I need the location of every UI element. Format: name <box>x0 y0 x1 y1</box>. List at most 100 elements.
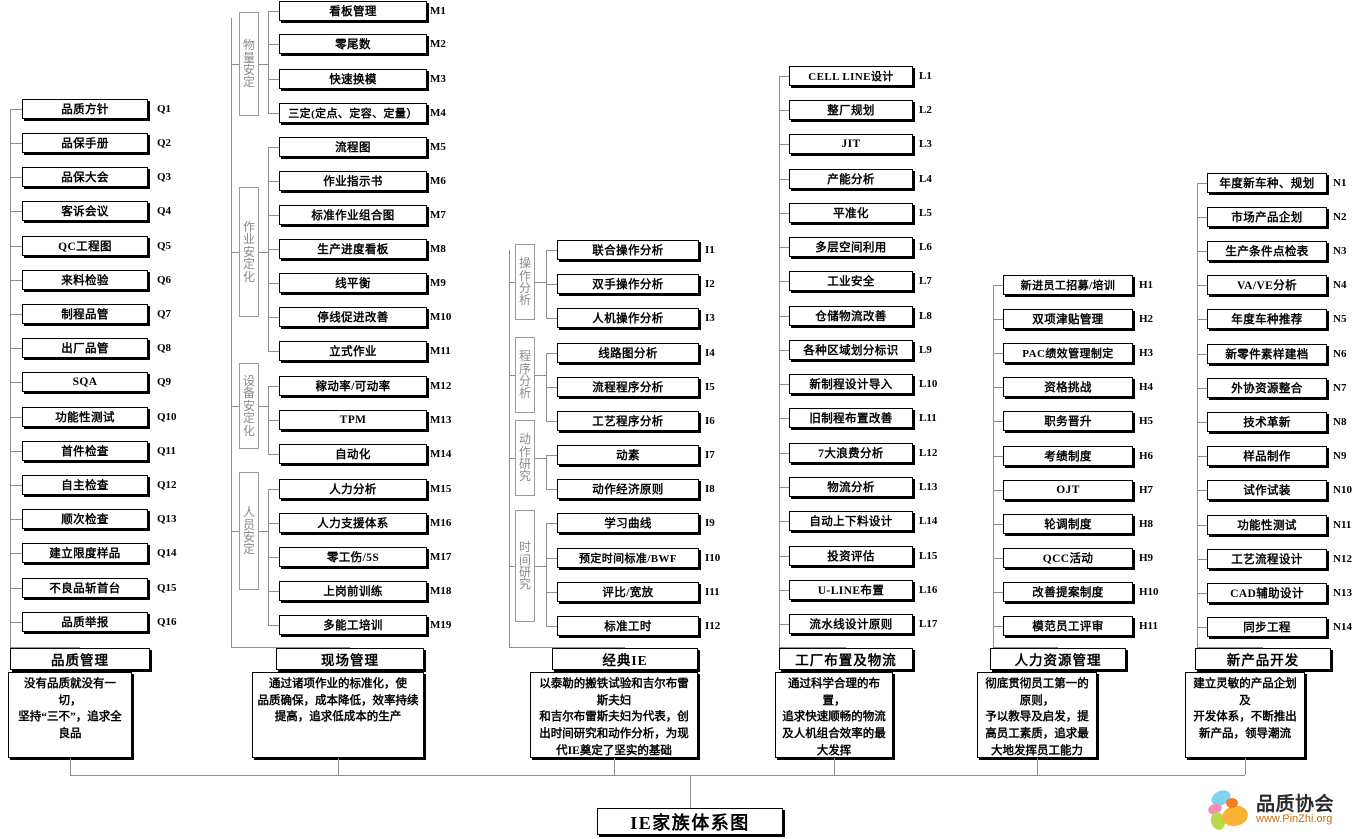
item-box-N2[interactable]: 市场产品企划 <box>1207 207 1327 227</box>
item-box-H7[interactable]: OJT <box>1003 480 1133 500</box>
item-box-L10[interactable]: 新制程设计导入 <box>789 374 913 394</box>
item-box-L17[interactable]: 流水线设计原则 <box>789 614 913 634</box>
item-box-I1[interactable]: 联合操作分析 <box>557 240 699 260</box>
item-box-Q9[interactable]: SQA <box>22 372 148 392</box>
item-code-Q1: Q1 <box>157 103 172 115</box>
item-box-N5[interactable]: 年度车种推荐 <box>1207 309 1327 329</box>
item-box-Q11[interactable]: 首件检查 <box>22 441 148 461</box>
item-box-M8[interactable]: 生产进度看板 <box>279 239 427 259</box>
item-box-N9[interactable]: 样品制作 <box>1207 446 1327 466</box>
item-box-M13[interactable]: TPM <box>279 410 427 430</box>
item-box-N1[interactable]: 年度新车种、规划 <box>1207 173 1327 193</box>
item-box-H8[interactable]: 轮调制度 <box>1003 514 1133 534</box>
item-box-H2[interactable]: 双项津贴管理 <box>1003 309 1133 329</box>
item-box-L13[interactable]: 物流分析 <box>789 477 913 497</box>
item-box-Q12[interactable]: 自主检查 <box>22 475 148 495</box>
item-box-I6[interactable]: 工艺程序分析 <box>557 411 699 431</box>
item-box-Q13[interactable]: 顺次检查 <box>22 509 148 529</box>
item-box-L8[interactable]: 仓储物流改善 <box>789 306 913 326</box>
item-box-L2[interactable]: 整厂规划 <box>789 100 913 120</box>
item-box-L12[interactable]: 7大浪费分析 <box>789 443 913 463</box>
item-box-H6[interactable]: 考绩制度 <box>1003 446 1133 466</box>
item-box-N13[interactable]: CAD辅助设计 <box>1207 583 1327 603</box>
item-box-M18[interactable]: 上岗前训练 <box>279 581 427 601</box>
item-box-N6[interactable]: 新零件素样建档 <box>1207 344 1327 364</box>
item-box-M9[interactable]: 线平衡 <box>279 273 427 293</box>
item-box-N12[interactable]: 工艺流程设计 <box>1207 549 1327 569</box>
item-box-L1[interactable]: CELL LINE设计 <box>789 66 913 86</box>
item-box-Q6[interactable]: 来料检验 <box>22 270 148 290</box>
item-box-N8[interactable]: 技术革新 <box>1207 412 1327 432</box>
item-box-M7[interactable]: 标准作业组合图 <box>279 205 427 225</box>
item-box-Q7[interactable]: 制程品管 <box>22 304 148 324</box>
item-box-M10[interactable]: 停线促进改善 <box>279 307 427 327</box>
item-box-I5[interactable]: 流程程序分析 <box>557 377 699 397</box>
item-box-Q3[interactable]: 品保大会 <box>22 167 148 187</box>
item-box-M17[interactable]: 零工伤/5S <box>279 547 427 567</box>
item-code-N7: N7 <box>1333 382 1347 394</box>
item-box-H4[interactable]: 资格挑战 <box>1003 377 1133 397</box>
column-head-Q[interactable]: 品质管理 <box>10 648 150 670</box>
item-box-M3[interactable]: 快速换模 <box>279 69 427 89</box>
item-box-H11[interactable]: 模范员工评审 <box>1003 616 1133 636</box>
item-box-H3[interactable]: PAC绩效管理制定 <box>1003 343 1133 363</box>
item-box-H10[interactable]: 改善提案制度 <box>1003 582 1133 602</box>
item-box-M15[interactable]: 人力分析 <box>279 479 427 499</box>
item-box-Q15[interactable]: 不良品斩首台 <box>22 578 148 598</box>
item-box-L14[interactable]: 自动上下料设计 <box>789 511 913 531</box>
item-box-L11[interactable]: 旧制程布置改善 <box>789 408 913 428</box>
item-box-N7[interactable]: 外协资源整合 <box>1207 378 1327 398</box>
item-box-I8[interactable]: 动作经济原则 <box>557 479 699 499</box>
item-box-M12[interactable]: 稼动率/可动率 <box>279 376 427 396</box>
site-logo[interactable]: 品质协会 www.PinZhi.org <box>1206 789 1356 833</box>
item-box-Q2[interactable]: 品保手册 <box>22 133 148 153</box>
item-box-I2[interactable]: 双手操作分析 <box>557 274 699 294</box>
item-box-I10[interactable]: 预定时间标准/BWF <box>557 548 699 568</box>
item-box-M16[interactable]: 人力支援体系 <box>279 513 427 533</box>
item-box-L4[interactable]: 产能分析 <box>789 169 913 189</box>
item-box-L5[interactable]: 平准化 <box>789 203 913 223</box>
item-box-N4[interactable]: VA/VE分析 <box>1207 275 1327 295</box>
item-box-Q8[interactable]: 出厂品管 <box>22 338 148 358</box>
item-box-H5[interactable]: 职务晋升 <box>1003 411 1133 431</box>
item-box-H1[interactable]: 新进员工招募/培训 <box>1003 275 1133 295</box>
item-box-Q5[interactable]: QC工程图 <box>22 236 148 256</box>
item-box-Q10[interactable]: 功能性测试 <box>22 407 148 427</box>
item-box-I12[interactable]: 标准工时 <box>557 616 699 636</box>
item-box-L6[interactable]: 多层空间利用 <box>789 237 913 257</box>
item-box-N10[interactable]: 试作试装 <box>1207 480 1327 500</box>
column-head-I[interactable]: 经典IE <box>552 648 698 670</box>
logo-name: 品质协会 <box>1256 794 1335 815</box>
item-box-L16[interactable]: U-LINE布置 <box>789 580 913 600</box>
item-box-I11[interactable]: 评比/宽放 <box>557 582 699 602</box>
item-box-N11[interactable]: 功能性测试 <box>1207 515 1327 535</box>
item-box-L7[interactable]: 工业安全 <box>789 271 913 291</box>
item-box-L9[interactable]: 各种区域划分标识 <box>789 340 913 360</box>
item-box-M11[interactable]: 立式作业 <box>279 341 427 361</box>
item-box-Q14[interactable]: 建立限度样品 <box>22 543 148 563</box>
item-box-Q4[interactable]: 客诉会议 <box>22 201 148 221</box>
item-box-I7[interactable]: 动素 <box>557 445 699 465</box>
item-box-M4[interactable]: 三定(定点、定容、定量） <box>279 103 427 123</box>
column-head-M[interactable]: 现场管理 <box>276 648 424 670</box>
item-box-I9[interactable]: 学习曲线 <box>557 513 699 533</box>
item-box-H9[interactable]: QCC活动 <box>1003 548 1133 568</box>
item-box-M6[interactable]: 作业指示书 <box>279 171 427 191</box>
column-head-L[interactable]: 工厂布置及物流 <box>779 648 913 670</box>
item-box-L15[interactable]: 投资评估 <box>789 546 913 566</box>
item-box-M14[interactable]: 自动化 <box>279 444 427 464</box>
item-box-I3[interactable]: 人机操作分析 <box>557 308 699 328</box>
item-box-N3[interactable]: 生产条件点检表 <box>1207 241 1327 261</box>
item-box-N14[interactable]: 同步工程 <box>1207 617 1327 637</box>
item-box-Q1[interactable]: 品质方针 <box>22 99 148 119</box>
item-box-I4[interactable]: 线路图分析 <box>557 343 699 363</box>
item-box-M2[interactable]: 零尾数 <box>279 34 427 54</box>
item-box-M1[interactable]: 看板管理 <box>279 1 427 21</box>
column-head-N[interactable]: 新产品开发 <box>1195 648 1331 670</box>
item-box-Q16[interactable]: 品质举报 <box>22 612 148 632</box>
item-box-L3[interactable]: JIT <box>789 134 913 154</box>
item-box-M19[interactable]: 多能工培训 <box>279 615 427 635</box>
item-box-M5[interactable]: 流程图 <box>279 137 427 157</box>
item-code-I1: I1 <box>705 244 715 256</box>
column-head-H[interactable]: 人力资源管理 <box>990 648 1126 670</box>
